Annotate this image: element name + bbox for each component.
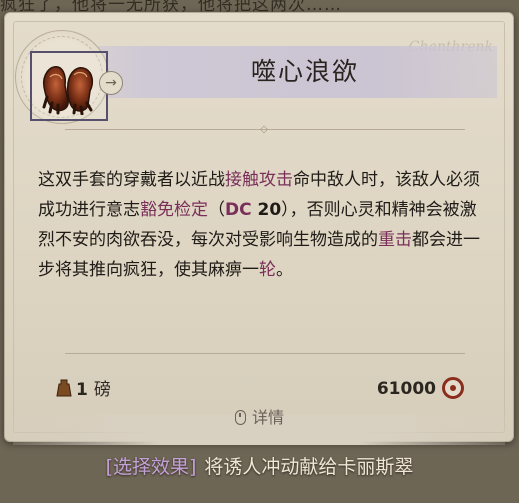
desc-text: （ — [208, 200, 225, 220]
weight-icon — [56, 379, 72, 397]
details-button[interactable]: 详情 — [0, 407, 519, 429]
item-weight: 1磅 — [56, 378, 111, 402]
dialogue-option-text: 将诱人冲动献给卡丽斯翠 — [204, 456, 414, 478]
keyword-link-contact-attack[interactable]: 接触攻击 — [225, 170, 293, 190]
top-divider: ◇ — [65, 124, 465, 135]
arrow-icon[interactable]: → — [99, 71, 123, 95]
details-label: 详情 — [251, 408, 284, 427]
gloves-icon — [42, 66, 94, 115]
coin-icon — [442, 377, 464, 399]
price-value: 61000 — [376, 379, 436, 399]
keyword-link-dc[interactable]: DC — [225, 200, 252, 220]
keyword-link-round[interactable]: 轮 — [259, 260, 276, 280]
weight-value: 1 — [76, 380, 88, 400]
weight-unit: 磅 — [93, 380, 111, 400]
select-effect-link[interactable]: [选择效果] — [106, 456, 197, 478]
bottom-divider — [65, 353, 465, 354]
item-tooltip-card: Chanthrenk → 噬心浪欲 ◇ 这双手套的穿戴者以近战接触攻击命中敌人时… — [4, 12, 514, 445]
keyword-link-critical-hit[interactable]: 重击 — [378, 230, 412, 250]
dc-value: 20 — [251, 200, 282, 220]
dialogue-option[interactable]: [选择效果] 将诱人冲动献给卡丽斯翠 — [0, 454, 519, 480]
item-price: 61000 — [377, 376, 464, 402]
desc-text: 。 — [276, 260, 293, 280]
item-icon-frame[interactable] — [30, 51, 108, 121]
desc-text: 这双手套的穿戴者以近战 — [38, 170, 225, 190]
divider-ornament: ◇ — [260, 124, 268, 135]
mouse-icon — [234, 410, 246, 425]
item-title: 噬心浪欲 — [250, 57, 359, 86]
item-description: 这双手套的穿戴者以近战接触攻击命中敌人时，该敌人必须成功进行意志豁免检定（DC … — [38, 165, 488, 285]
keyword-link-saving-throw[interactable]: 豁免检定 — [140, 200, 208, 220]
